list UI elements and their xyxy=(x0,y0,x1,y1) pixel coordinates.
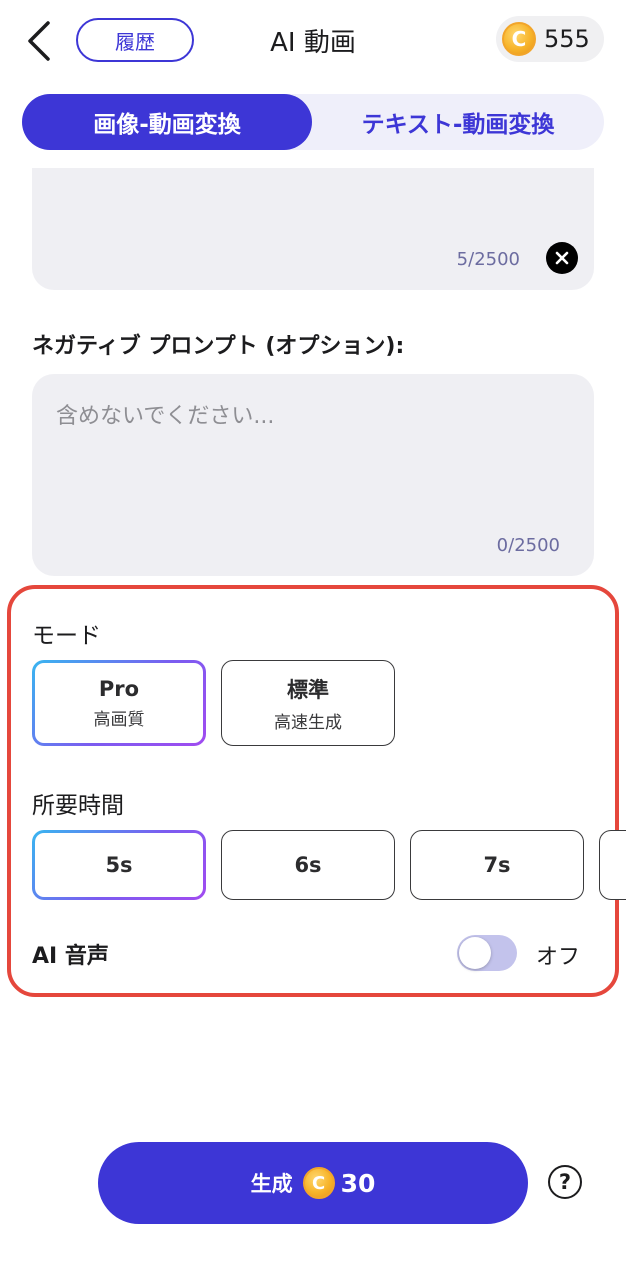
back-button[interactable] xyxy=(22,18,56,64)
mode-tabs: 画像-動画変換 テキスト-動画変換 xyxy=(22,94,604,150)
mode-option-title: Pro xyxy=(98,676,140,701)
duration-option-7s[interactable]: 7s xyxy=(410,830,584,900)
coin-icon: C xyxy=(302,1167,335,1199)
ai-video-screen: 履歴 AI 動画 C 555 画像-動画変換 テキスト-動画変換 5/2500 … xyxy=(0,0,626,1280)
close-icon xyxy=(555,251,569,265)
ai-voice-toggle[interactable] xyxy=(457,935,517,971)
duration-label: 所要時間 xyxy=(32,793,124,819)
mode-option-subtitle: 高速生成 xyxy=(274,712,342,733)
duration-option-5s[interactable]: 5s xyxy=(32,830,206,900)
history-button[interactable]: 履歴 xyxy=(76,18,194,62)
mode-option-subtitle: 高画質 xyxy=(93,709,145,730)
duration-option-6s[interactable]: 6s xyxy=(221,830,395,900)
duration-option-label: 7s xyxy=(483,853,511,877)
ai-voice-label: AI 音声 xyxy=(32,944,109,969)
negative-prompt-label: ネガティブ プロンプト (オプション): xyxy=(32,334,405,359)
generate-button[interactable]: 生成 C 30 xyxy=(98,1142,528,1224)
duration-option-label: 5s xyxy=(105,853,133,877)
negative-prompt-char-count: 0/2500 xyxy=(496,535,560,556)
negative-prompt-area: 0/2500 xyxy=(32,374,594,576)
question-circle-icon[interactable]: ? xyxy=(548,1165,582,1199)
clear-prompt-button[interactable] xyxy=(546,242,578,274)
mode-option-standard[interactable]: 標準 高速生成 xyxy=(221,660,395,746)
prompt-char-count: 5/2500 xyxy=(456,249,520,270)
negative-prompt-input[interactable] xyxy=(56,396,566,436)
generate-label: 生成 xyxy=(250,1172,293,1196)
toggle-knob xyxy=(459,937,491,969)
coin-balance-value: 555 xyxy=(544,25,590,53)
duration-option-next[interactable] xyxy=(599,830,626,900)
mode-option-title: 標準 xyxy=(287,677,329,702)
duration-option-label: 6s xyxy=(294,853,322,877)
generate-cost: 30 xyxy=(340,1168,376,1198)
coin-balance[interactable]: C 555 xyxy=(496,16,604,62)
mode-label: モード xyxy=(32,623,101,649)
tab-text-to-video[interactable]: テキスト-動画変換 xyxy=(312,94,604,150)
tab-image-to-video[interactable]: 画像-動画変換 xyxy=(22,94,312,150)
page-title: AI 動画 xyxy=(270,28,356,58)
chevron-left-icon xyxy=(28,21,50,61)
ai-voice-state: オフ xyxy=(536,945,581,970)
mode-option-pro[interactable]: Pro 高画質 xyxy=(32,660,206,746)
coin-icon: C xyxy=(502,22,536,56)
prompt-input-area[interactable]: 5/2500 xyxy=(32,168,594,290)
